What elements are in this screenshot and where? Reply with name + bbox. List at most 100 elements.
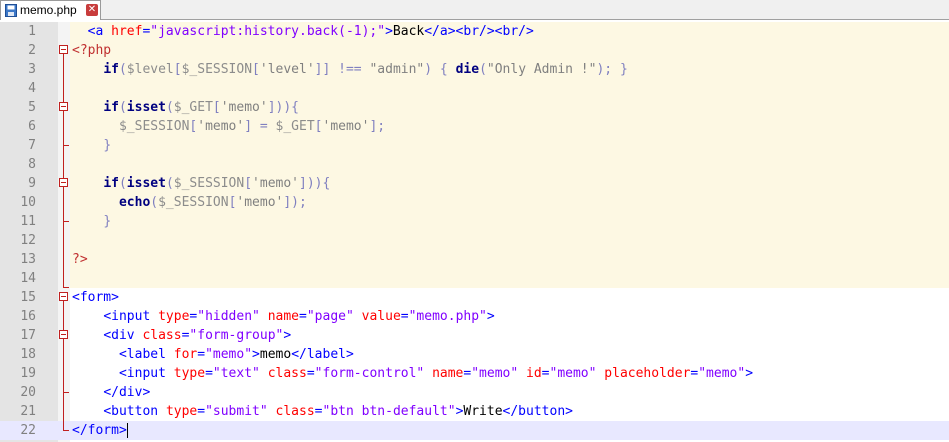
line-number: 9	[28, 176, 36, 191]
line-number: 20	[20, 385, 36, 400]
code-token: (	[118, 176, 127, 191]
code-token: (	[150, 195, 159, 210]
code-token: "form-group"	[189, 328, 284, 343]
code-line[interactable]: 18 <label for="memo">memo</label>	[0, 345, 949, 364]
code-line[interactable]: 19 <input type="text" class="form-contro…	[0, 364, 949, 383]
code-line[interactable]: 9 if(isset($_SESSION['memo'])){	[0, 174, 949, 193]
line-number: 16	[20, 309, 36, 324]
code-token: "admin"	[369, 62, 425, 77]
code-text: if($level[$_SESSION['level']] !== "admin…	[72, 60, 627, 79]
code-token: if	[103, 62, 119, 77]
code-line[interactable]: 6 $_SESSION['memo'] = $_GET['memo'];	[0, 117, 949, 136]
code-text: <input type="hidden" name="page" value="…	[72, 307, 495, 326]
line-number: 4	[28, 81, 36, 96]
fold-toggle-if-session[interactable]	[59, 178, 68, 187]
code-token: }	[103, 214, 112, 229]
code-text: echo($_SESSION['memo']);	[72, 193, 307, 212]
code-line[interactable]: 16 <input type="hidden" name="page" valu…	[0, 307, 949, 326]
code-line[interactable]: 8	[0, 155, 949, 174]
code-token: ])){	[299, 176, 331, 191]
line-number: 3	[28, 62, 36, 77]
line-number: 5	[28, 100, 36, 115]
fold-toggle-if-get[interactable]	[59, 102, 68, 111]
code-text: if(isset($_GET['memo'])){	[72, 98, 299, 117]
code-token: class	[142, 328, 182, 343]
code-line[interactable]: 12	[0, 231, 949, 250]
code-token: =	[314, 404, 323, 419]
code-line[interactable]: 2 <?php	[0, 41, 949, 60]
code-line[interactable]: 11 }	[0, 212, 949, 231]
code-token: class	[267, 366, 307, 381]
code-text: if(isset($_SESSION['memo'])){	[72, 174, 330, 193]
code-token: </label>	[291, 347, 354, 362]
code-text: <label for="memo">memo</label>	[72, 345, 354, 364]
fold-toggle-form[interactable]	[59, 292, 68, 301]
code-token: type	[173, 366, 206, 381]
code-token: {	[439, 62, 448, 77]
code-token: )	[424, 62, 433, 77]
code-line[interactable]: 21 <button type="submit" class="btn btn-…	[0, 402, 949, 421]
code-token: href	[111, 24, 143, 39]
code-token: $_SESSION	[173, 176, 245, 191]
line-number: 18	[20, 347, 36, 362]
close-icon[interactable]: ✕	[86, 4, 98, 16]
code-token: for	[173, 347, 198, 362]
code-line[interactable]: 17 <div class="form-group">	[0, 326, 949, 345]
code-editor[interactable]: 1 <a href="javascript:history.back(-1);"…	[0, 22, 949, 442]
code-token: !==	[338, 62, 362, 77]
code-token: "text"	[212, 366, 260, 381]
code-token: =	[541, 366, 550, 381]
code-token: (	[165, 176, 174, 191]
code-token: "memo"	[205, 347, 253, 362]
code-line[interactable]: 4	[0, 79, 949, 98]
code-line[interactable]: 1 <a href="javascript:history.back(-1);"…	[0, 22, 949, 41]
code-token: "btn btn-default"	[322, 404, 456, 419]
code-token: (	[165, 100, 174, 115]
code-line[interactable]: 5 if(isset($_GET['memo'])){	[0, 98, 949, 117]
code-text: <a href="javascript:history.back(-1);">B…	[72, 22, 534, 41]
code-token: 'memo'	[197, 119, 245, 134]
fold-toggle-php-block[interactable]	[59, 45, 68, 54]
code-token: die	[455, 62, 480, 77]
code-line[interactable]: 22 </form>	[0, 421, 949, 440]
code-line[interactable]: 7 }	[0, 136, 949, 155]
code-token: 'memo'	[322, 119, 370, 134]
code-line[interactable]: 10 echo($_SESSION['memo']);	[0, 193, 949, 212]
code-line[interactable]: 3 if($level[$_SESSION['level']] !== "adm…	[0, 60, 949, 79]
code-text: <form>	[72, 288, 119, 307]
fold-guide	[63, 301, 64, 430]
code-line[interactable]: 14	[0, 269, 949, 288]
code-line[interactable]: 15 <form>	[0, 288, 949, 307]
code-token: =	[400, 309, 409, 324]
code-token: </form>	[72, 423, 127, 438]
code-line[interactable]: 20 </div>	[0, 383, 949, 402]
tab-title: memo.php	[20, 3, 77, 17]
code-token: </button>	[502, 404, 573, 419]
code-token: ]]	[314, 62, 331, 77]
code-token: >	[486, 309, 495, 324]
code-token: =	[306, 366, 315, 381]
code-token: >	[745, 366, 754, 381]
code-token: (	[118, 62, 127, 77]
tab-bar: memo.php ✕	[0, 0, 949, 20]
code-text: <button type="submit" class="btn btn-def…	[72, 402, 573, 421]
code-line[interactable]: 13 ?>	[0, 250, 949, 269]
line-number: 10	[20, 195, 36, 210]
code-text: $_SESSION['memo'] = $_GET['memo'];	[72, 117, 385, 136]
code-token: id	[526, 366, 542, 381]
code-token: value	[361, 309, 401, 324]
fold-toggle-div[interactable]	[59, 330, 68, 339]
code-token: ]);	[283, 195, 307, 210]
line-number: 8	[28, 157, 36, 172]
code-token: "Only Admin !"	[486, 62, 597, 77]
tab-memo-php[interactable]: memo.php ✕	[0, 0, 101, 20]
